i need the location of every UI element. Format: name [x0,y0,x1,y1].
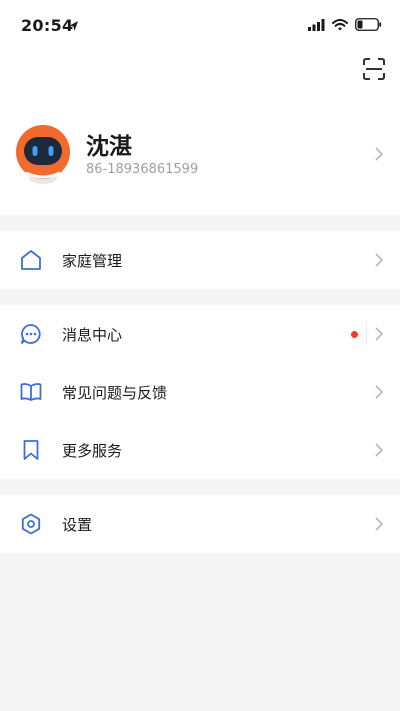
robot-avatar [16,125,70,184]
bookmark-icon [23,440,39,460]
chevron-right-icon [375,443,383,457]
empty-area [0,553,400,711]
menu-group-settings: 设置 [0,495,400,553]
wifi-icon [332,16,348,35]
chevron-right-icon [375,385,383,399]
menu-item-label: 消息中心 [62,326,123,344]
chevron-right-icon [375,517,383,531]
menu-group-home: 家庭管理 [0,231,400,289]
menu-item-label: 家庭管理 [62,252,123,270]
chevron-right-icon [375,147,383,161]
profile-card[interactable]: 沈湛 86-18936861599 [0,118,400,190]
menu-group-services: 消息中心 常见问题与反馈 更多服务 [0,305,400,479]
divider [366,322,367,346]
menu-item-settings[interactable]: 设置 [0,495,400,553]
chevron-right-icon [375,327,383,341]
profile-name: 沈湛 [86,134,132,160]
message-icon [21,324,41,344]
status-bar: 20:54 [0,0,400,50]
cellular-signal-icon [308,16,325,35]
avatar [15,123,71,185]
chevron-right-icon [375,253,383,267]
menu-item-home-management[interactable]: 家庭管理 [0,231,400,289]
settings-icon [21,513,41,535]
menu-item-label: 设置 [62,516,93,534]
menu-item-label: 常见问题与反馈 [62,384,168,402]
notification-badge [351,331,358,338]
menu-item-faq-feedback[interactable]: 常见问题与反馈 [0,363,400,421]
location-arrow-icon [69,17,79,36]
status-time: 20:54 [21,16,74,35]
menu-item-message-center[interactable]: 消息中心 [0,305,400,363]
battery-icon [355,16,382,35]
home-icon [21,250,41,270]
profile-phone: 86-18936861599 [86,162,199,177]
book-icon [20,383,42,401]
menu-item-more-services[interactable]: 更多服务 [0,421,400,479]
menu-item-label: 更多服务 [62,442,123,460]
scan-button[interactable] [362,57,386,81]
profile-header: 20:54 沈湛 86-18936861599 [0,0,400,215]
scan-icon [363,58,385,80]
status-icons [308,16,382,35]
